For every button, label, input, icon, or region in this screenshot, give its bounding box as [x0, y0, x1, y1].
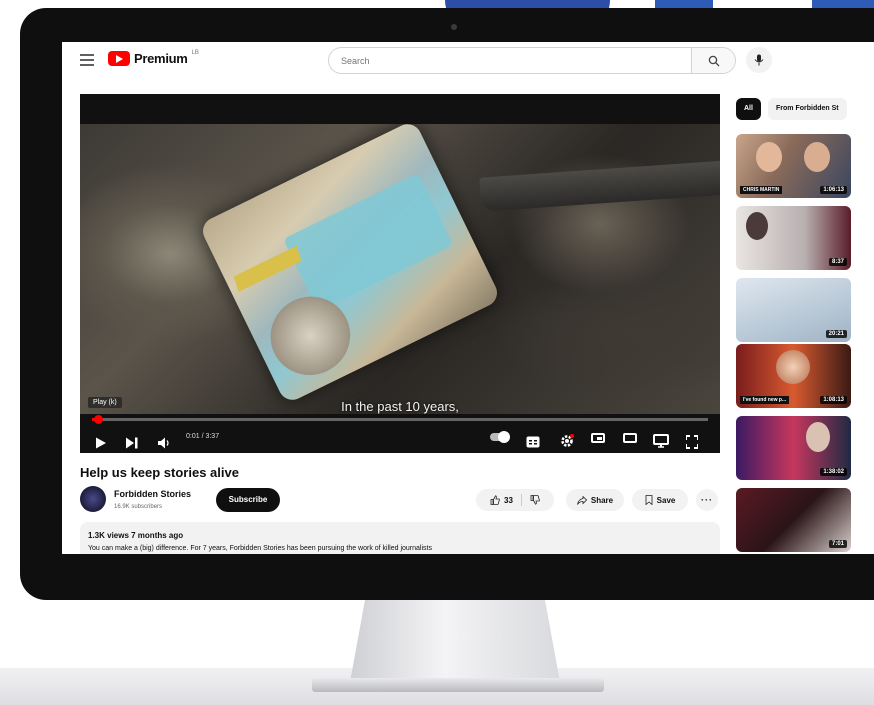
thumbs-down-icon[interactable]: [530, 495, 540, 505]
card-photo: [257, 283, 364, 389]
thumb-person: [804, 142, 830, 172]
voice-search-button[interactable]: [746, 47, 772, 73]
search-box: [328, 47, 736, 74]
recommended-video-thumbnail[interactable]: 1:38:02: [736, 416, 851, 480]
monitor-base: [312, 678, 604, 692]
chip-from-channel[interactable]: From Forbidden St: [768, 98, 847, 120]
fullscreen-icon[interactable]: [686, 432, 698, 452]
player-controls: 0:01 / 3:37: [80, 424, 720, 452]
like-count: 33: [504, 495, 513, 505]
progress-bar[interactable]: [92, 415, 708, 424]
more-actions-button[interactable]: ···: [696, 489, 718, 511]
video-duration: 7:01: [828, 540, 847, 548]
search-input[interactable]: [329, 48, 689, 73]
play-tooltip: Play (k): [88, 397, 122, 408]
play-icon[interactable]: [96, 433, 106, 453]
share-icon: [576, 495, 587, 505]
recommended-video-thumbnail[interactable]: 20:21: [736, 278, 851, 342]
subscribe-button[interactable]: Subscribe: [216, 488, 280, 512]
subscriber-count: 16.9K subscribers: [114, 504, 163, 510]
volume-icon[interactable]: [158, 433, 171, 453]
like-dislike-group: 33: [476, 489, 554, 511]
shovel-blade: [479, 160, 720, 212]
recommended-video-thumbnail[interactable]: 7:01: [736, 488, 851, 552]
views-and-date: 1.3K views 7 months ago: [88, 531, 184, 540]
channel-avatar[interactable]: [80, 486, 106, 512]
webcam: [451, 24, 457, 30]
youtube-play-icon: [108, 51, 130, 66]
hamburger-menu-icon[interactable]: [80, 54, 94, 66]
card-stripe: [233, 245, 302, 292]
monitor-stand: [350, 590, 560, 682]
video-duration: 8:37: [828, 258, 847, 266]
thumb-person: [756, 142, 782, 172]
masthead: Premium LB: [62, 42, 874, 80]
press-card-image: [198, 124, 502, 405]
video-title: Help us keep stories alive: [80, 465, 239, 480]
logo-country: LB: [191, 49, 199, 56]
save-playlist-icon: [645, 495, 653, 505]
microphone-icon: [754, 54, 764, 66]
description-text: You can make a (big) difference. For 7 y…: [88, 545, 432, 552]
video-player[interactable]: In the past 10 years, Play (k) 0:01 / 3:…: [80, 94, 720, 453]
miniplayer-icon[interactable]: [591, 433, 605, 443]
channel-name[interactable]: Forbidden Stories: [114, 489, 191, 499]
save-label: Save: [656, 495, 676, 505]
share-button[interactable]: Share: [566, 489, 624, 511]
subtitles-icon[interactable]: [526, 432, 540, 452]
autoplay-toggle[interactable]: [490, 431, 510, 443]
youtube-premium-logo[interactable]: Premium LB: [108, 49, 199, 66]
desktop-scene: Premium LB In: [0, 0, 874, 705]
recommended-video-thumbnail[interactable]: 8:37: [736, 206, 851, 270]
settings-gear-icon[interactable]: [560, 431, 574, 451]
more-horizontal-icon: ···: [701, 495, 713, 505]
recommended-video-thumbnail[interactable]: CHRIS MARTIN 1:06:13: [736, 134, 851, 198]
divider: [520, 494, 522, 506]
video-duration: 20:21: [825, 330, 847, 338]
next-icon[interactable]: [126, 433, 138, 453]
scrubber-handle[interactable]: [94, 415, 104, 424]
logo-text: Premium: [134, 51, 188, 66]
save-button[interactable]: Save: [632, 489, 688, 511]
search-icon: [708, 55, 719, 66]
time-display: 0:01 / 3:37: [186, 433, 220, 440]
card-panel: [283, 173, 454, 311]
thumbnail-caption: CHRIS MARTIN: [740, 186, 783, 194]
theater-mode-icon[interactable]: [623, 433, 637, 443]
video-duration: 1:38:02: [820, 468, 847, 476]
video-duration: 1:08:13: [820, 396, 847, 404]
share-label: Share: [590, 495, 614, 505]
thumb-person: [746, 212, 768, 240]
description-box[interactable]: 1.3K views 7 months ago You can make a (…: [80, 522, 720, 554]
search-button[interactable]: [691, 48, 735, 73]
thumbnail-caption: I've found new p...: [740, 396, 790, 404]
thumb-brain-image: [776, 350, 810, 384]
video-frame: [80, 124, 720, 414]
youtube-watch-page: Premium LB In: [62, 42, 874, 554]
video-duration: 1:06:13: [820, 186, 847, 194]
thumb-person: [806, 422, 830, 452]
video-caption: In the past 10 years,: [341, 399, 459, 414]
cast-icon[interactable]: [653, 431, 669, 451]
chip-all[interactable]: All: [736, 98, 761, 120]
thumbs-up-icon[interactable]: [490, 495, 500, 505]
recommended-video-thumbnail[interactable]: I've found new p... 1:08:13: [736, 344, 851, 408]
